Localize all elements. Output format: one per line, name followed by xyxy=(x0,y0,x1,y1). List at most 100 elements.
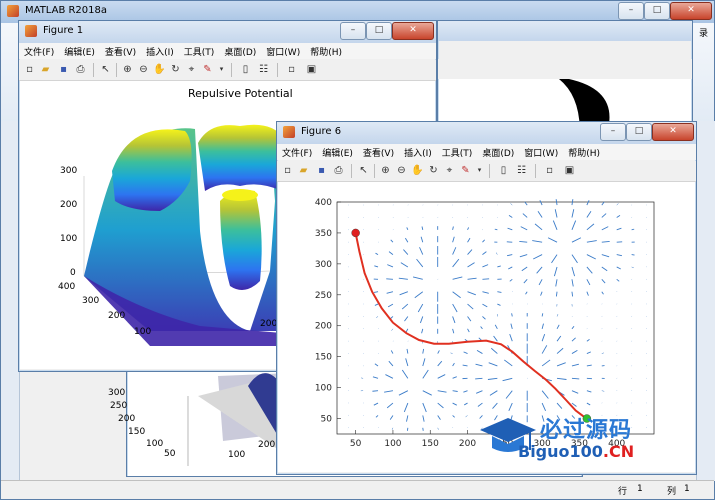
z-tick-200: 200 xyxy=(60,200,78,210)
menu-view[interactable]: 查看(V) xyxy=(358,144,399,161)
menu-desktop[interactable]: 桌面(D) xyxy=(219,43,261,60)
pointer-icon[interactable]: ↖ xyxy=(357,164,370,177)
print-icon[interactable]: ⎙ xyxy=(332,164,345,177)
x-tick-label: 150 xyxy=(422,439,439,449)
pointer-icon[interactable]: ↖ xyxy=(99,63,112,76)
datacursor-icon[interactable]: ⌖ xyxy=(443,164,456,177)
show-plot-tools-icon[interactable]: ▣ xyxy=(305,63,318,76)
status-col-label: 列 xyxy=(667,487,677,497)
hide-plot-tools-icon[interactable]: ▫ xyxy=(285,63,298,76)
menu-edit[interactable]: 编辑(E) xyxy=(59,43,100,60)
rotate-icon[interactable]: ↻ xyxy=(169,63,182,76)
open-file-icon[interactable]: ▰ xyxy=(39,63,52,76)
zoom-in-icon[interactable]: ⊕ xyxy=(379,164,392,177)
zoom-out-icon[interactable]: ⊖ xyxy=(395,164,408,177)
watermark-brand-cn: 必过源码 xyxy=(540,418,633,443)
y-tick-label: 200 xyxy=(315,322,332,332)
figure6-title: Figure 6 xyxy=(301,126,342,137)
brush-dropdown-icon[interactable]: ▾ xyxy=(215,63,228,76)
back-y-tick-150: 150 xyxy=(128,427,146,437)
menu-tools[interactable]: 工具(T) xyxy=(179,43,220,60)
matlab-logo-icon xyxy=(7,5,19,17)
x-tick-200: 200 xyxy=(260,319,278,329)
new-figure-icon[interactable]: ▫ xyxy=(23,63,36,76)
menu-file[interactable]: 文件(F) xyxy=(277,144,317,161)
legend-icon[interactable]: ☷ xyxy=(515,164,528,177)
figure6-minimize[interactable]: – xyxy=(600,123,626,141)
menu-window[interactable]: 窗口(W) xyxy=(261,43,305,60)
figure1-toolbar: ▫ ▰ ▪ ⎙ ↖ ⊕ ⊖ ✋ ↻ ⌖ ✎ ▾ ▯ ☷ ▫ ▣ xyxy=(19,60,436,81)
menu-help[interactable]: 帮助(H) xyxy=(305,43,347,60)
y-tick-300: 300 xyxy=(82,296,100,306)
menu-window[interactable]: 窗口(W) xyxy=(519,144,563,161)
legend-icon[interactable]: ☷ xyxy=(257,63,270,76)
save-icon[interactable]: ▪ xyxy=(315,164,328,177)
figure1-maximize[interactable]: □ xyxy=(366,22,392,40)
menu-tools[interactable]: 工具(T) xyxy=(437,144,478,161)
pan-icon[interactable]: ✋ xyxy=(153,63,166,76)
figure1-minimize[interactable]: – xyxy=(340,22,366,40)
minimize-button[interactable]: – xyxy=(618,2,644,20)
menu-file[interactable]: 文件(F) xyxy=(19,43,59,60)
print-icon[interactable]: ⎙ xyxy=(74,63,87,76)
y-tick-100: 100 xyxy=(134,327,152,337)
maximize-button[interactable]: □ xyxy=(644,2,670,20)
figure6-close[interactable]: ✕ xyxy=(652,123,694,141)
toolbar-separator xyxy=(489,164,490,178)
show-plot-tools-icon[interactable]: ▣ xyxy=(563,164,576,177)
figure1-close[interactable]: ✕ xyxy=(392,22,434,40)
hide-plot-tools-icon[interactable]: ▫ xyxy=(543,164,556,177)
watermark: 必过源码 Biguo100.CN xyxy=(478,412,678,464)
z-tick-0: 0 xyxy=(70,268,76,278)
surface-peak-center xyxy=(220,189,262,290)
watermark-brand-en: Biguo100 xyxy=(518,442,603,461)
figure1-titlebar: Figure 1 – □ ✕ xyxy=(19,21,436,43)
menu-edit[interactable]: 编辑(E) xyxy=(317,144,358,161)
back-y-tick-200: 200 xyxy=(118,414,136,424)
brush-icon[interactable]: ✎ xyxy=(459,164,472,177)
menu-desktop[interactable]: 桌面(D) xyxy=(477,144,519,161)
figure-icon xyxy=(25,25,37,37)
status-col-value: 1 xyxy=(684,484,690,494)
pan-icon[interactable]: ✋ xyxy=(411,164,424,177)
open-file-icon[interactable]: ▰ xyxy=(297,164,310,177)
figure-right-titlebar xyxy=(438,21,692,41)
toolbar-separator xyxy=(277,63,278,77)
figure1-plot-title: Repulsive Potential xyxy=(188,87,293,100)
y-tick-label: 400 xyxy=(315,198,332,208)
y-tick-200: 200 xyxy=(108,311,126,321)
y-tick-label: 350 xyxy=(315,229,332,239)
figure-icon xyxy=(283,126,295,138)
zoom-out-icon[interactable]: ⊖ xyxy=(137,63,150,76)
figure6-maximize[interactable]: □ xyxy=(626,123,652,141)
brush-dropdown-icon[interactable]: ▾ xyxy=(473,164,486,177)
menu-help[interactable]: 帮助(H) xyxy=(563,144,605,161)
figure6-titlebar: Figure 6 – □ ✕ xyxy=(277,122,696,144)
y-tick-label: 100 xyxy=(315,384,332,394)
datacursor-icon[interactable]: ⌖ xyxy=(185,63,198,76)
save-icon[interactable]: ▪ xyxy=(57,63,70,76)
menu-insert[interactable]: 插入(I) xyxy=(399,144,437,161)
status-bar: 行 1 列 1 xyxy=(1,480,714,499)
y-tick-label: 150 xyxy=(315,353,332,363)
z-tick-100: 100 xyxy=(60,234,78,244)
start-marker xyxy=(351,228,360,238)
colorbar-icon[interactable]: ▯ xyxy=(497,164,510,177)
brush-icon[interactable]: ✎ xyxy=(201,63,214,76)
toolbar-separator xyxy=(535,164,536,178)
close-button[interactable]: ✕ xyxy=(670,2,712,20)
back-y-tick-300: 300 xyxy=(108,388,126,398)
new-figure-icon[interactable]: ▫ xyxy=(281,164,294,177)
colorbar-icon[interactable]: ▯ xyxy=(239,63,252,76)
zoom-in-icon[interactable]: ⊕ xyxy=(121,63,134,76)
menu-view[interactable]: 查看(V) xyxy=(100,43,141,60)
matlab-main-title: MATLAB R2018a xyxy=(25,5,108,16)
toolbar-separator xyxy=(374,164,375,178)
back-x-tick-200: 200 xyxy=(258,440,276,450)
z-tick-300: 300 xyxy=(60,166,78,176)
rotate-icon[interactable]: ↻ xyxy=(427,164,440,177)
toolbar-separator xyxy=(93,63,94,77)
quiver-arrow xyxy=(482,278,490,280)
x-tick-label: 50 xyxy=(350,439,362,449)
menu-insert[interactable]: 插入(I) xyxy=(141,43,179,60)
